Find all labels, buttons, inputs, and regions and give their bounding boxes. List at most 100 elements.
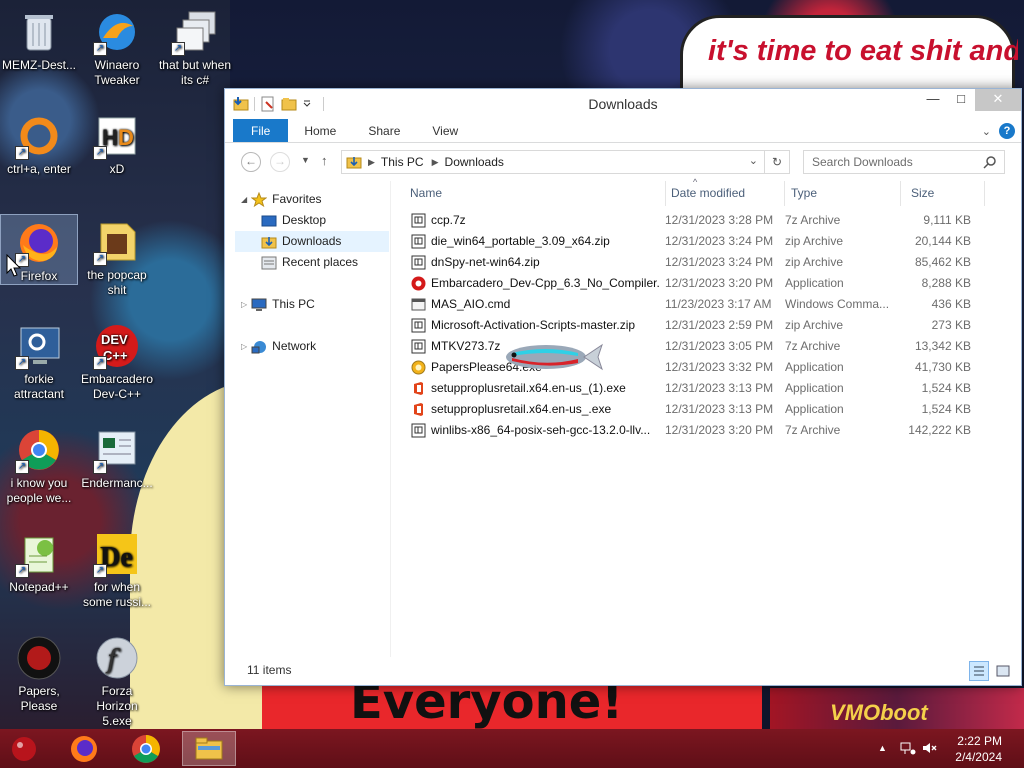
window-controls: — □ ✕: [919, 89, 1021, 111]
explorer-window: Downloads — □ ✕ File Home Share View ⌄ ?…: [224, 88, 1022, 686]
nav-label: This PC: [272, 297, 315, 311]
desktop-icon-winaero[interactable]: ↗ Winaero Tweaker: [78, 4, 156, 88]
chrome-icon: ↗: [15, 426, 63, 474]
file-row[interactable]: setupproplusretail.x64.en-us_.exe 12/31/2…: [405, 399, 1015, 420]
file-row[interactable]: Microsoft-Activation-Scripts-master.zip 1…: [405, 315, 1015, 336]
desktop-icon-forkie[interactable]: ↗ forkie attractant: [0, 318, 78, 402]
desktop-icon-label: Notepad++: [9, 580, 69, 594]
taskbar-chrome-button[interactable]: [120, 731, 172, 766]
up-button[interactable]: ↑: [321, 153, 328, 168]
explorer-content: ◢ Favorites Desktop Downloads Recent pla…: [225, 177, 1021, 657]
details-view-button[interactable]: [969, 661, 989, 681]
desktop-icon-popcap[interactable]: ↗ the popcap shit: [78, 214, 156, 298]
item-count: 11 items: [247, 663, 292, 677]
volume-muted-icon[interactable]: [922, 741, 938, 758]
file-row[interactable]: ccp.7z 12/31/2023 3:28 PM 7z Archive 9,111 …: [405, 210, 1015, 231]
file-row[interactable]: die_win64_portable_3.09_x64.zip 12/31/202…: [405, 231, 1015, 252]
clock-time: 2:22 PM: [957, 734, 1002, 748]
column-header-date[interactable]: Date modified: [665, 181, 785, 206]
nav-favorites[interactable]: ◢ Favorites: [241, 189, 322, 210]
breadcrumb-this-pc[interactable]: This PC: [381, 155, 424, 169]
nav-downloads[interactable]: Downloads: [235, 231, 389, 252]
file-size: 85,462 KB: [914, 255, 971, 269]
shortcut-arrow-icon: ↗: [93, 252, 107, 266]
file-date-modified: 12/31/2023 3:24 PM: [665, 234, 774, 248]
file-row[interactable]: Embarcadero_Dev-Cpp_6.3_No_Compiler... 12…: [405, 273, 1015, 294]
cmd-icon: [411, 297, 426, 312]
search-input[interactable]: Search Downloads: [803, 150, 1005, 174]
tab-share[interactable]: Share: [352, 119, 416, 142]
large-icons-view-button[interactable]: [993, 661, 1013, 681]
column-header-name[interactable]: Name: [404, 181, 666, 206]
file-date-modified: 12/31/2023 3:28 PM: [665, 213, 774, 227]
file-type: Windows Comma...: [785, 297, 890, 311]
nav-this-pc[interactable]: ▷ This PC: [241, 294, 315, 315]
refresh-button[interactable]: ↻: [765, 150, 790, 174]
help-icon[interactable]: ?: [999, 123, 1015, 139]
breadcrumb-downloads[interactable]: Downloads: [445, 155, 504, 169]
desktop-icon-devcpp[interactable]: DEV C++ ↗ Embarcadero Dev-C++: [78, 318, 156, 402]
desktop-icon-de[interactable]: De ↗ for when some russi...: [78, 526, 156, 610]
minimize-button[interactable]: —: [919, 89, 947, 111]
archive-icon: [411, 318, 426, 333]
tab-file[interactable]: File: [233, 119, 289, 142]
column-header-size[interactable]: Size: [905, 181, 985, 206]
office-icon: [411, 381, 426, 396]
winaero-icon: ↗: [93, 8, 141, 56]
address-dropdown-chevron-icon[interactable]: ⌄: [749, 154, 758, 167]
nav-label: Favorites: [272, 192, 322, 206]
file-row[interactable]: PapersPlease64.exe 12/31/2023 3:32 PM Appl…: [405, 357, 1015, 378]
window-titlebar[interactable]: Downloads — □ ✕: [225, 89, 1021, 119]
start-button[interactable]: [0, 731, 48, 766]
file-row[interactable]: setupproplusretail.x64.en-us_(1).exe 12/3…: [405, 378, 1015, 399]
close-button[interactable]: ✕: [975, 89, 1021, 111]
file-date-modified: 12/31/2023 3:20 PM: [665, 423, 774, 437]
expand-arrow-icon[interactable]: ▷: [241, 336, 247, 357]
shortcut-arrow-icon: ↗: [93, 356, 107, 370]
file-row[interactable]: winlibs-x86_64-posix-seh-gcc-13.2.0-llv.…: [405, 420, 1015, 441]
recent-locations-chevron-icon[interactable]: ▼: [301, 155, 310, 165]
file-row[interactable]: dnSpy-net-win64.zip 12/31/2023 3:24 PM zip…: [405, 252, 1015, 273]
address-bar-row: ← → ▼ ↑ ▶ This PC ▶ Downloads ⌄ ↻ Search…: [225, 143, 1021, 179]
taskbar-firefox-button[interactable]: [58, 731, 110, 766]
expand-ribbon-chevron-icon[interactable]: ⌄: [982, 125, 991, 138]
expand-arrow-icon[interactable]: ◢: [241, 189, 247, 210]
file-type: zip Archive: [785, 318, 844, 332]
file-row[interactable]: MTKV273.7z 12/31/2023 3:05 PM 7z Archive 13…: [405, 336, 1015, 357]
maximize-button[interactable]: □: [947, 89, 975, 111]
file-name: Microsoft-Activation-Scripts-master.zip: [431, 318, 636, 332]
file-type: Application: [785, 276, 844, 290]
nav-desktop[interactable]: Desktop: [261, 210, 326, 231]
desktop-icon-papers-please[interactable]: Papers, Please: [0, 630, 78, 714]
column-header-type[interactable]: Type: [785, 181, 901, 206]
start-orb-icon: [12, 736, 36, 761]
taskbar-explorer-button[interactable]: [182, 731, 236, 766]
desktop-icon-memz[interactable]: MEMZ-Dest...: [0, 4, 78, 73]
nav-recent-places[interactable]: Recent places: [261, 252, 358, 273]
desktop-icon-chrome[interactable]: ↗ i know you people we...: [0, 422, 78, 506]
expand-arrow-icon[interactable]: ▷: [241, 294, 247, 315]
desktop-icon-ctrl-a[interactable]: ↗ ctrl+a, enter: [0, 108, 78, 177]
desktop-icon-enderman[interactable]: ↗ Endermanc...: [78, 422, 156, 491]
nav-network[interactable]: ▷ Network: [241, 336, 316, 357]
desktop-icon-forza[interactable]: f Forza Horizon 5.exe: [78, 630, 156, 729]
taskbar-clock[interactable]: 2:22 PM 2/4/2024: [955, 733, 1002, 765]
file-name: setupproplusretail.x64.en-us_(1).exe: [431, 381, 626, 395]
file-row[interactable]: MAS_AIO.cmd 11/23/2023 3:17 AM Windows Com…: [405, 294, 1015, 315]
tab-home[interactable]: Home: [288, 119, 352, 142]
forward-button[interactable]: →: [270, 152, 290, 172]
network-status-icon[interactable]: [900, 741, 916, 758]
file-type: zip Archive: [785, 234, 844, 248]
tab-view[interactable]: View: [416, 119, 474, 142]
address-box[interactable]: ▶ This PC ▶ Downloads ⌄: [341, 150, 765, 174]
hxd-icon: HD ↗: [93, 112, 141, 160]
desktop-icon-label: i know you people we...: [6, 476, 72, 505]
desktop-icon-notepadpp[interactable]: ↗ Notepad++: [0, 526, 78, 595]
desktop-icon-xd[interactable]: HD ↗ xD: [78, 108, 156, 177]
back-button[interactable]: ←: [241, 152, 261, 172]
desktop-icon-that-but-csharp[interactable]: ↗ that but when its c#: [156, 4, 234, 88]
show-hidden-icons-chevron-icon[interactable]: ▲: [878, 743, 887, 753]
shortcut-arrow-icon: ↗: [93, 460, 107, 474]
file-type: Application: [785, 381, 844, 395]
file-type: zip Archive: [785, 255, 844, 269]
